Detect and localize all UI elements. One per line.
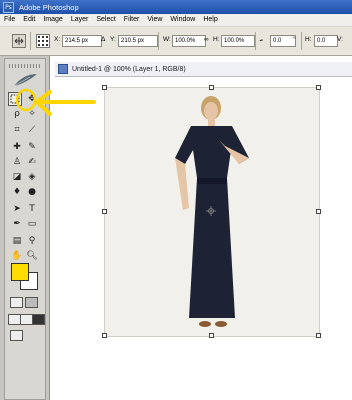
transform-handle-bottom[interactable] — [209, 333, 214, 338]
eraser-tool-icon[interactable]: ◪ — [10, 170, 24, 184]
dodge-tool-icon[interactable]: ● — [25, 185, 39, 199]
photoshop-feather-icon — [13, 74, 37, 87]
menu-file[interactable]: File — [0, 14, 19, 26]
blur-tool-icon[interactable]: ♦ — [10, 185, 24, 199]
transform-handle-bottom-right[interactable] — [316, 333, 321, 338]
transform-handle-top[interactable] — [209, 85, 214, 90]
x-position-field[interactable]: 214.5 px — [62, 35, 102, 47]
transform-handle-bottom-left[interactable] — [102, 333, 107, 338]
transform-tool-icon[interactable] — [12, 34, 26, 48]
menu-view[interactable]: View — [143, 14, 166, 26]
hand-tool-icon[interactable]: ✋ — [10, 249, 24, 263]
options-separator — [255, 32, 256, 50]
rotate-icon: ⦟ — [259, 36, 263, 43]
eyedropper-tool-icon[interactable]: ⚲ — [25, 234, 39, 248]
link-icon[interactable]: ∞ — [204, 36, 209, 43]
transform-handle-left[interactable] — [102, 209, 107, 214]
menu-layer[interactable]: Layer — [67, 14, 93, 26]
layer-image[interactable] — [104, 87, 320, 337]
document-tab[interactable]: Untitled-1 @ 100% (Layer 1, RGB/8) — [55, 62, 352, 77]
type-tool-icon[interactable]: T — [25, 202, 39, 216]
pen-tool-icon[interactable]: ✒ — [10, 217, 24, 231]
transform-handle-right[interactable] — [316, 209, 321, 214]
menu-edit[interactable]: Edit — [19, 14, 39, 26]
vskew-label: V: — [337, 36, 343, 43]
photoshop-icon: Ps — [3, 1, 14, 13]
history-brush-tool-icon[interactable]: ✍ — [25, 155, 39, 169]
foreground-color-swatch[interactable] — [11, 263, 29, 281]
model-photo — [105, 88, 319, 336]
document-icon — [58, 64, 68, 74]
menu-select[interactable]: Select — [92, 14, 119, 26]
hskew-field[interactable]: 0.0 — [314, 35, 338, 47]
y-label: Y: — [110, 36, 116, 43]
brush-tool-icon[interactable]: ✎ — [25, 140, 39, 154]
transform-handle-top-left[interactable] — [102, 85, 107, 90]
clone-stamp-tool-icon[interactable]: ♙ — [10, 155, 24, 169]
toolbox-grip[interactable] — [9, 64, 41, 68]
width-field[interactable]: 100.0% — [172, 35, 206, 47]
angle-unit: ° — [293, 36, 296, 43]
width-label: W: — [163, 36, 171, 43]
quick-mask-icon[interactable] — [25, 297, 38, 308]
hskew-label: H: — [305, 36, 312, 43]
menu-help[interactable]: Help — [199, 14, 221, 26]
screen-mode-full-icon[interactable] — [32, 314, 45, 325]
standard-mode-icon[interactable] — [10, 297, 23, 308]
reference-point-icon[interactable] — [36, 34, 50, 48]
zoom-tool-icon[interactable]: 🔍︎ — [25, 249, 39, 263]
x-label: X: — [54, 36, 61, 43]
gradient-tool-icon[interactable]: ◈ — [25, 170, 39, 184]
menu-filter[interactable]: Filter — [120, 14, 144, 26]
options-separator — [30, 32, 31, 50]
options-separator — [158, 32, 159, 50]
options-separator — [301, 32, 302, 50]
jump-to-imageready-icon[interactable] — [10, 330, 23, 341]
menu-window[interactable]: Window — [166, 14, 199, 26]
healing-brush-tool-icon[interactable]: ✚ — [10, 140, 24, 154]
transform-handle-top-right[interactable] — [316, 85, 321, 90]
annotation-arrow-icon — [16, 88, 96, 116]
relative-position-icon[interactable]: Δ — [101, 36, 105, 43]
title-bar: Ps Adobe Photoshop — [0, 0, 352, 14]
y-position-field[interactable]: 210.5 px — [118, 35, 158, 47]
height-label: H: — [213, 36, 220, 43]
menu-image[interactable]: Image — [39, 14, 66, 26]
height-field[interactable]: 100.0% — [221, 35, 255, 47]
menu-bar: File Edit Image Layer Select Filter View… — [0, 14, 352, 27]
document-title: Untitled-1 @ 100% (Layer 1, RGB/8) — [72, 65, 186, 73]
shape-tool-icon[interactable]: ▭ — [25, 217, 39, 231]
path-selection-tool-icon[interactable]: ➤ — [10, 202, 24, 216]
window-title: Adobe Photoshop — [19, 2, 79, 12]
options-bar: X: 214.5 px Δ Y: 210.5 px W: 100.0% ∞ H:… — [0, 27, 352, 56]
notes-tool-icon[interactable]: ▤ — [10, 234, 24, 248]
